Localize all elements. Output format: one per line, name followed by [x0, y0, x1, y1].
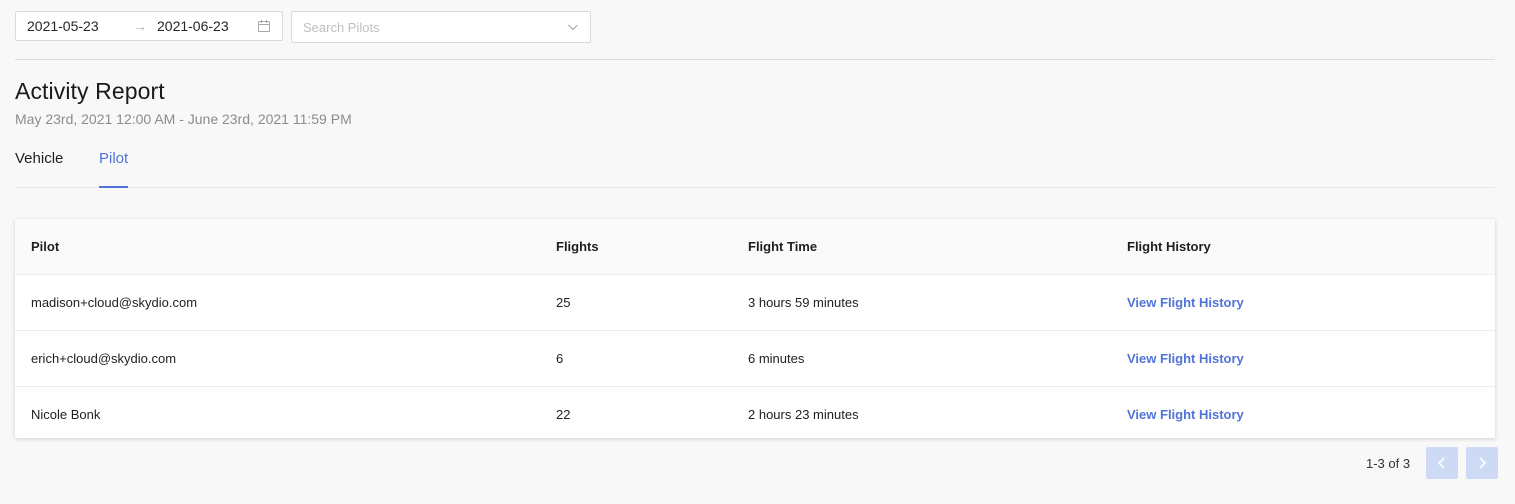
flight-time-cell: 3 hours 59 minutes [748, 295, 859, 310]
table-row: Nicole Bonk 22 2 hours 23 minutes View F… [15, 387, 1495, 442]
flights-cell: 22 [556, 407, 571, 422]
column-header-pilot[interactable]: Pilot [31, 219, 59, 274]
table-header-row: Pilot Flights Flight Time Flight History [15, 219, 1495, 275]
view-flight-history-link[interactable]: View Flight History [1127, 387, 1244, 442]
pilot-search-placeholder: Search Pilots [303, 19, 380, 35]
chevron-down-icon [567, 21, 579, 33]
pagination: 1-3 of 3 [1366, 447, 1499, 479]
column-header-flights[interactable]: Flights [556, 219, 599, 274]
top-divider [15, 59, 1495, 60]
date-end-value[interactable]: 2021-06-23 [157, 18, 257, 34]
chevron-left-icon [1437, 457, 1445, 469]
date-start-value[interactable]: 2021-05-23 [27, 18, 127, 34]
view-flight-history-link[interactable]: View Flight History [1127, 331, 1244, 386]
view-flight-history-link[interactable]: View Flight History [1127, 275, 1244, 330]
previous-page-button[interactable] [1426, 447, 1459, 479]
tab-pilot[interactable]: Pilot [99, 150, 129, 188]
calendar-icon[interactable] [257, 19, 271, 33]
filter-bar: 2021-05-23 → 2021-06-23 Search Pilots [15, 11, 591, 43]
flights-cell: 25 [556, 295, 571, 310]
page-title: Activity Report [15, 78, 165, 104]
table-row: madison+cloud@skydio.com 25 3 hours 59 m… [15, 275, 1495, 331]
pagination-range: 1-3 of 3 [1366, 455, 1411, 471]
table-row: erich+cloud@skydio.com 6 6 minutes View … [15, 331, 1495, 387]
chevron-right-icon [1479, 457, 1487, 469]
report-tabs: Vehicle Pilot [15, 150, 1495, 188]
report-date-range: May 23rd, 2021 12:00 AM - June 23rd, 202… [15, 111, 352, 127]
pilot-cell: Nicole Bonk [31, 407, 101, 422]
date-range-separator: → [133, 18, 147, 34]
column-header-flight-history: Flight History [1127, 239, 1211, 254]
pilot-cell: erich+cloud@skydio.com [31, 351, 177, 366]
flight-time-cell: 2 hours 23 minutes [748, 407, 859, 422]
tab-vehicle[interactable]: Vehicle [15, 150, 63, 186]
flights-cell: 6 [556, 351, 564, 366]
pilot-search-select[interactable]: Search Pilots [291, 11, 591, 43]
next-page-button[interactable] [1466, 447, 1499, 479]
flight-time-cell: 6 minutes [748, 351, 805, 366]
pilot-activity-table: Pilot Flights Flight Time Flight History… [15, 219, 1495, 438]
column-header-flight-time[interactable]: Flight Time [748, 219, 817, 274]
pilot-cell: madison+cloud@skydio.com [31, 295, 198, 310]
date-range-picker[interactable]: 2021-05-23 → 2021-06-23 [15, 11, 283, 41]
